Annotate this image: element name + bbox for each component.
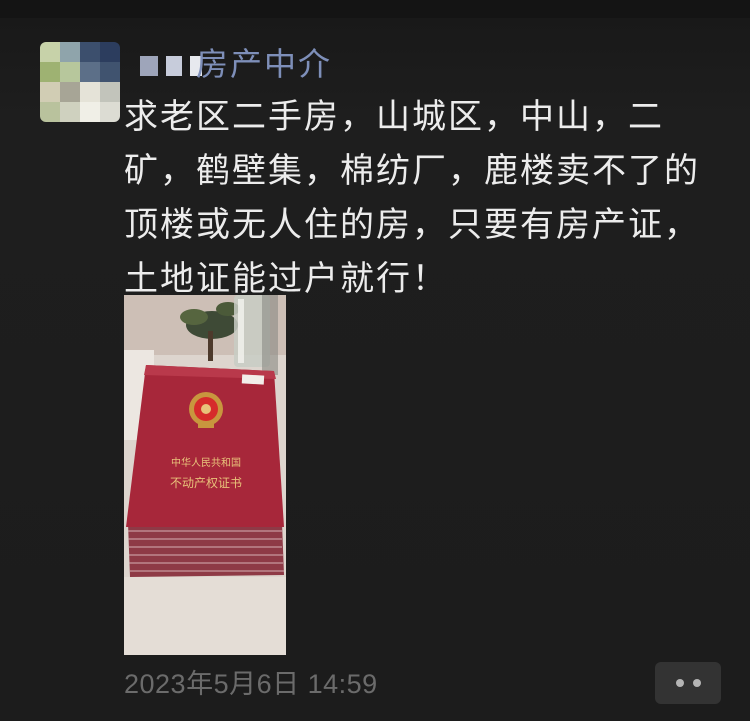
moments-post: 房产中介 求老区二手房，山城区，中山，二 矿，鹤壁集，棉纺厂，鹿楼卖不了的 顶楼… — [0, 0, 750, 721]
more-dots-icon — [692, 679, 701, 687]
certificate-cover — [126, 365, 284, 527]
glass-bottle — [234, 295, 278, 375]
post-photo[interactable]: 中华人民共和国 不动产权证书 — [124, 295, 286, 655]
more-actions-button[interactable] — [655, 662, 721, 704]
blurred-name-mosaic — [140, 56, 202, 76]
certificate-title-line2: 不动产权证书 — [170, 476, 242, 490]
avatar[interactable] — [40, 42, 120, 122]
certificate-stack-photo: 中华人民共和国 不动产权证书 — [124, 295, 286, 655]
post-text-line: 顶楼或无人住的房，只要有房产证， — [124, 205, 700, 245]
certificate-stack-edges — [128, 523, 284, 577]
certificate-title-line1: 中华人民共和国 — [171, 456, 241, 469]
author-nickname[interactable]: 房产中介 — [196, 44, 332, 84]
top-edge-bar — [0, 0, 750, 18]
post-text-line: 求老区二手房，山城区，中山，二 — [124, 97, 664, 137]
post-text: 求老区二手房，山城区，中山，二 矿，鹤壁集，棉纺厂，鹿楼卖不了的 顶楼或无人住的… — [124, 90, 724, 306]
more-dots-icon — [675, 679, 684, 687]
post-timestamp: 2023年5月6日 14:59 — [124, 669, 378, 699]
post-text-line: 矿，鹤壁集，棉纺厂，鹿楼卖不了的 — [124, 151, 700, 191]
